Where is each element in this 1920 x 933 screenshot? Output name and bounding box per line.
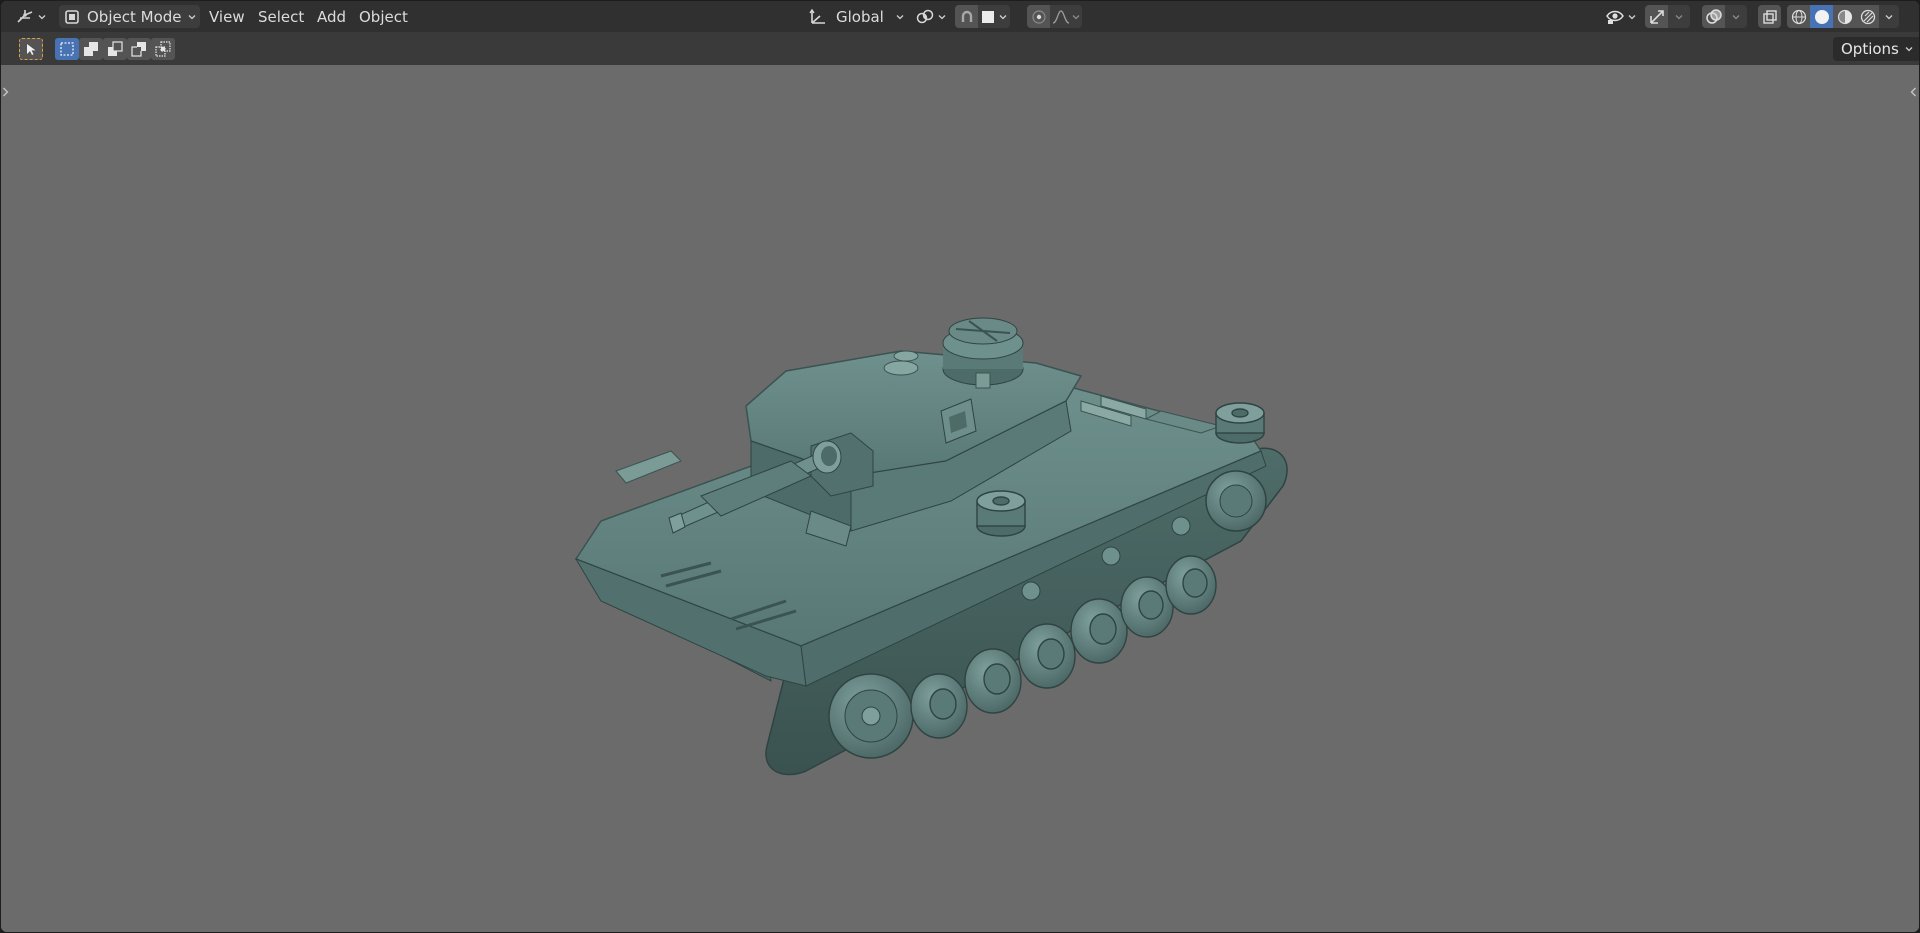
tank-model[interactable] bbox=[561, 301, 1321, 801]
chevron-down-icon bbox=[999, 14, 1007, 19]
proportional-group bbox=[1027, 5, 1082, 28]
snap-increment-icon bbox=[982, 10, 994, 23]
tank-front-sprocket bbox=[828, 673, 914, 759]
select-subtract-icon bbox=[108, 41, 123, 56]
overlay-group bbox=[1702, 5, 1747, 28]
select-extend-icon bbox=[84, 42, 98, 56]
pivot-point-icon bbox=[916, 9, 933, 23]
select-mode-new[interactable] bbox=[55, 38, 79, 60]
shading-material[interactable] bbox=[1833, 5, 1856, 28]
select-box-tool-icon bbox=[27, 44, 36, 55]
select-invert-icon bbox=[131, 42, 146, 57]
menu-select[interactable]: Select bbox=[252, 5, 310, 28]
chevron-down-icon bbox=[1905, 47, 1913, 52]
chevron-down-icon bbox=[1072, 14, 1080, 19]
mode-selector[interactable]: Object Mode bbox=[59, 5, 200, 28]
viewport-editor-icon bbox=[16, 9, 32, 23]
overlay-icon bbox=[1705, 8, 1722, 24]
snapping-group bbox=[955, 5, 1010, 28]
proportional-editing-toggle[interactable] bbox=[1027, 5, 1050, 28]
shading-options[interactable] bbox=[1879, 5, 1899, 28]
chevron-down-icon bbox=[188, 14, 196, 19]
pivot-point-selector[interactable] bbox=[912, 5, 948, 28]
blender-window: Object Mode View Select Add Object Globa… bbox=[1, 1, 1919, 932]
material-preview-icon bbox=[1837, 9, 1852, 24]
chevron-down-icon bbox=[1885, 14, 1893, 19]
transform-orientation-selector[interactable]: Global bbox=[805, 5, 907, 28]
select-new-icon bbox=[60, 42, 74, 56]
chevron-down-icon bbox=[1628, 14, 1635, 19]
falloff-selector[interactable] bbox=[1050, 5, 1082, 28]
menu-add[interactable]: Add bbox=[311, 5, 352, 28]
gizmo-toggle[interactable] bbox=[1645, 5, 1668, 28]
sidebar-expand-arrow[interactable] bbox=[1909, 83, 1918, 101]
gizmo-group bbox=[1645, 5, 1690, 28]
select-mode-subtract[interactable] bbox=[103, 38, 127, 60]
wireframe-shading-icon bbox=[1791, 9, 1806, 24]
menu-object[interactable]: Object bbox=[353, 5, 414, 28]
gizmo-icon bbox=[1649, 9, 1664, 24]
transform-orientation-icon bbox=[809, 8, 825, 24]
shading-rendered[interactable] bbox=[1856, 5, 1879, 28]
chevron-down-icon bbox=[38, 14, 45, 19]
editor-type-selector[interactable] bbox=[10, 5, 50, 28]
viewport-header: Object Mode View Select Add Object Globa… bbox=[1, 1, 1919, 32]
shading-wireframe[interactable] bbox=[1787, 5, 1810, 28]
options-dropdown[interactable]: Options bbox=[1833, 37, 1919, 61]
select-mode-extend[interactable] bbox=[79, 38, 103, 60]
toolbar-expand-arrow[interactable] bbox=[1, 83, 10, 101]
chevron-down-icon bbox=[1675, 14, 1683, 19]
snap-magnet-icon bbox=[961, 10, 972, 22]
overlay-options[interactable] bbox=[1725, 5, 1747, 28]
object-mode-icon bbox=[65, 9, 79, 24]
select-intersect-icon bbox=[155, 41, 171, 57]
chevron-left-icon bbox=[1910, 87, 1916, 97]
shading-group bbox=[1787, 5, 1899, 28]
object-visibility-icon bbox=[1605, 10, 1624, 24]
shading-solid[interactable] bbox=[1810, 5, 1833, 28]
falloff-curve-icon bbox=[1052, 9, 1070, 24]
orientation-label: Global bbox=[836, 7, 884, 26]
select-mode-intersect[interactable] bbox=[151, 38, 175, 60]
chevron-right-icon bbox=[3, 87, 9, 97]
rendered-shading-icon bbox=[1860, 9, 1875, 24]
snap-target-selector[interactable] bbox=[978, 5, 1010, 28]
chevron-down-icon bbox=[938, 14, 945, 19]
tool-header bbox=[1, 32, 1919, 66]
chevron-down-icon bbox=[1732, 14, 1740, 19]
menu-view[interactable]: View bbox=[203, 5, 251, 28]
xray-icon bbox=[1762, 9, 1777, 24]
tank-rear-idler bbox=[1205, 470, 1267, 532]
select-box-tool[interactable] bbox=[19, 38, 43, 60]
chevron-down-icon bbox=[896, 14, 904, 19]
overlay-toggle[interactable] bbox=[1702, 5, 1725, 28]
select-mode-invert[interactable] bbox=[127, 38, 151, 60]
solid-shading-icon bbox=[1814, 9, 1829, 24]
snap-toggle[interactable] bbox=[955, 5, 978, 28]
visibility-selector[interactable] bbox=[1601, 5, 1639, 28]
xray-group bbox=[1758, 5, 1781, 28]
mode-label: Object Mode bbox=[87, 7, 182, 26]
gizmo-options[interactable] bbox=[1668, 5, 1690, 28]
xray-toggle[interactable] bbox=[1758, 5, 1781, 28]
proportional-editing-icon bbox=[1031, 9, 1046, 24]
options-label: Options bbox=[1841, 40, 1899, 58]
